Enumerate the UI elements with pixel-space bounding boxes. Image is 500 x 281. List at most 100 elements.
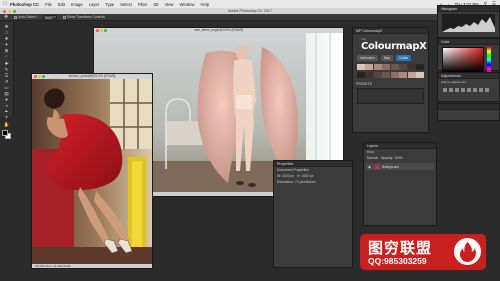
colourmap-swatch[interactable] bbox=[365, 64, 374, 70]
healing-brush-tool-icon[interactable]: ✚ bbox=[4, 61, 10, 66]
zoom-document-button-2[interactable] bbox=[42, 75, 45, 78]
properties-resolution: Resolution: 72 pixels/inch bbox=[277, 180, 316, 184]
dodge-tool-icon[interactable]: ◑ bbox=[4, 103, 10, 108]
crop-tool-icon[interactable]: ⊞ bbox=[4, 48, 10, 53]
layers-blend-mode[interactable]: Normal bbox=[367, 156, 378, 160]
colourmap-swatch[interactable] bbox=[382, 72, 391, 78]
black-white-icon[interactable] bbox=[485, 88, 489, 92]
document-window-controls-2 bbox=[34, 75, 45, 78]
exposure-icon[interactable] bbox=[461, 88, 465, 92]
layer-visibility-eye-icon[interactable]: ◉ bbox=[368, 165, 371, 169]
tool-options-bar: ✥ Auto-Select: Layer Show Transform Cont… bbox=[0, 14, 500, 21]
colourmapx-panel-tab[interactable]: MP ColourmapX bbox=[353, 28, 428, 34]
colourmap-swatch[interactable] bbox=[382, 64, 391, 70]
document-tab-portrait[interactable]: fashion_portrait@33.3% (RGB/8) bbox=[32, 74, 152, 79]
move-tool-icon[interactable]: ✥ bbox=[4, 24, 10, 29]
colourmap-swatch[interactable] bbox=[357, 72, 365, 78]
eyedropper-tool-icon[interactable]: ⌏ bbox=[4, 54, 10, 59]
close-window-button[interactable] bbox=[3, 9, 6, 13]
quick-select-tool-icon[interactable]: ✦ bbox=[4, 42, 10, 47]
colourmap-swatch[interactable] bbox=[399, 72, 408, 78]
colourmap-swatch[interactable] bbox=[373, 72, 382, 78]
colourmap-swatch[interactable] bbox=[365, 72, 374, 78]
zoom-document-button[interactable] bbox=[104, 29, 107, 32]
properties-panel: Properties Document Properties W: 1920 p… bbox=[273, 160, 353, 268]
colourmap-swatch[interactable] bbox=[407, 64, 416, 70]
layer-name: Background bbox=[382, 164, 400, 169]
auto-select-checkbox[interactable]: Auto-Select: bbox=[14, 15, 37, 19]
show-transform-checkbox[interactable]: Show Transform Controls bbox=[62, 15, 105, 19]
color-field[interactable] bbox=[442, 47, 484, 73]
colourmapx-logo: mp ColourmapX bbox=[361, 37, 427, 52]
gradient-tool-icon[interactable]: ▤ bbox=[4, 91, 10, 96]
app-window-title: Adobe Photoshop CC 2017 bbox=[228, 9, 272, 13]
colourmap-swatch[interactable] bbox=[390, 64, 399, 70]
menu-view[interactable]: View bbox=[165, 2, 174, 7]
histogram-panel: Histogram bbox=[437, 5, 500, 38]
close-document-button[interactable] bbox=[96, 29, 99, 32]
hand-tool-icon[interactable]: ✋ bbox=[4, 122, 10, 127]
menu-filter[interactable]: Filter bbox=[138, 2, 147, 7]
eraser-tool-icon[interactable]: ▭ bbox=[4, 85, 10, 90]
menu-type[interactable]: Type bbox=[105, 2, 114, 7]
colourmap-swatch[interactable] bbox=[399, 64, 408, 70]
history-brush-tool-icon[interactable]: ↺ bbox=[4, 79, 10, 84]
libraries-panel-tab[interactable] bbox=[438, 104, 499, 110]
menu-help[interactable]: Help bbox=[201, 2, 210, 7]
colourmapx-presets-list[interactable] bbox=[357, 88, 424, 104]
menu-file[interactable]: File bbox=[45, 2, 52, 7]
minimize-window-button[interactable] bbox=[8, 9, 11, 13]
histogram-panel-tab[interactable]: Histogram bbox=[438, 6, 499, 12]
minimize-document-button[interactable] bbox=[100, 29, 103, 32]
watermark-badge: 图穷联盟 QQ:985303259 bbox=[360, 234, 486, 270]
menu-edit[interactable]: Edit bbox=[58, 2, 65, 7]
hue-saturation-icon[interactable] bbox=[473, 88, 477, 92]
minimize-document-button-2[interactable] bbox=[38, 75, 41, 78]
colourmapx-tab-map[interactable]: Map bbox=[380, 55, 393, 61]
document-tab-angel[interactable]: rose_tinted_angel@100% (RGB/8) bbox=[94, 28, 343, 33]
colourmap-swatch[interactable] bbox=[407, 72, 416, 78]
curves-icon[interactable] bbox=[455, 88, 459, 92]
zoom-window-button[interactable] bbox=[13, 9, 16, 13]
lasso-tool-icon[interactable]: ❖ bbox=[4, 36, 10, 41]
pen-tool-icon[interactable]: ✒ bbox=[4, 109, 10, 114]
photo-red-dress-portrait bbox=[32, 79, 152, 266]
colourmapx-panel: MP ColourmapX mp ColourmapX Instruction … bbox=[352, 27, 429, 133]
properties-height-value[interactable]: 1080 px bbox=[301, 174, 313, 178]
hue-slider[interactable] bbox=[487, 47, 491, 73]
levels-icon[interactable] bbox=[449, 88, 453, 92]
menu-window[interactable]: Window bbox=[180, 2, 195, 7]
colourmap-swatch[interactable] bbox=[357, 64, 365, 70]
properties-width-value[interactable]: 1920 px bbox=[282, 174, 294, 178]
color-panel-tab[interactable]: Color bbox=[438, 39, 499, 45]
colourmap-swatch[interactable] bbox=[416, 64, 424, 70]
menu-select[interactable]: Select bbox=[120, 2, 132, 7]
colourmapx-tab-colour[interactable]: Colour bbox=[395, 55, 412, 61]
layers-opacity[interactable]: Opacity: 100% bbox=[381, 156, 403, 160]
marquee-tool-icon[interactable]: □ bbox=[4, 30, 10, 35]
menu-image[interactable]: Image bbox=[71, 2, 83, 7]
menu-app-name[interactable]: Photoshop CC bbox=[10, 2, 39, 7]
document-window-portrait[interactable]: fashion_portrait@33.3% (RGB/8) 33.33% Do… bbox=[31, 73, 153, 269]
layer-select-dropdown[interactable]: Layer bbox=[42, 15, 57, 20]
type-tool-icon[interactable]: T bbox=[4, 115, 10, 120]
apple-icon[interactable]:  bbox=[0, 1, 10, 7]
colourmap-swatch[interactable] bbox=[373, 64, 382, 70]
colourmapx-tab-instruction[interactable]: Instruction bbox=[357, 55, 378, 61]
color-balance-icon[interactable] bbox=[479, 88, 483, 92]
foreground-color-swatch[interactable] bbox=[2, 129, 8, 136]
blur-tool-icon[interactable]: ● bbox=[4, 97, 10, 102]
colourmap-swatch[interactable] bbox=[416, 72, 424, 78]
close-document-button-2[interactable] bbox=[34, 75, 37, 78]
vibrance-icon[interactable] bbox=[467, 88, 471, 92]
menu-layer[interactable]: Layer bbox=[89, 2, 99, 7]
brightness-contrast-icon[interactable] bbox=[443, 88, 447, 92]
colourmap-swatch[interactable] bbox=[390, 72, 399, 78]
layer-row-background[interactable]: ◉ Background bbox=[366, 163, 434, 170]
clone-stamp-tool-icon[interactable]: ⍓ bbox=[4, 73, 10, 78]
layers-kind-dropdown[interactable]: Kind bbox=[367, 150, 374, 154]
menu-3d[interactable]: 3D bbox=[153, 2, 158, 7]
move-tool-icon[interactable]: ✥ bbox=[4, 14, 8, 20]
colourmapx-tabs: Instruction Map Colour bbox=[357, 55, 424, 61]
brush-tool-icon[interactable]: ✎ bbox=[4, 67, 10, 72]
